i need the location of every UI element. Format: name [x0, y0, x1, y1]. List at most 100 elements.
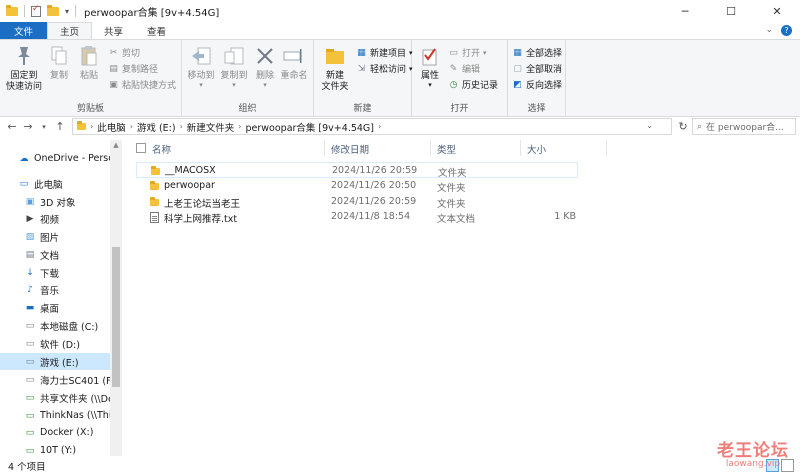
properties-quick-icon[interactable] [31, 4, 41, 17]
nav-item[interactable]: ▭ 游戏 (E:) [0, 353, 110, 370]
tab-share[interactable]: 共享 [92, 22, 135, 39]
copy-to-dropdown-icon: ▾ [232, 81, 236, 89]
nav-item[interactable]: ▭ ThinkNas (\\Thin [0, 407, 110, 424]
file-list: 名称 修改日期 类型 大小 __MACOSX 2024/11/26 20:59 文件… [128, 138, 800, 456]
tab-home[interactable]: 主页 [47, 22, 93, 39]
file-row[interactable]: __MACOSX 2024/11/26 20:59 文件夹 [136, 162, 578, 179]
maximize-button[interactable]: ☐ [708, 0, 754, 22]
tab-view[interactable]: 查看 [135, 22, 178, 39]
close-button[interactable]: ✕ [754, 0, 800, 22]
open-button[interactable]: ▭ 打开 ▾ [448, 46, 487, 60]
search-input[interactable]: ⌕ 在 perwoopar合... [692, 118, 796, 135]
nav-item-label: 游戏 (E:) [40, 357, 79, 369]
chevron-right-icon: › [378, 122, 382, 131]
nav-scrollbar[interactable]: ▲ [110, 140, 122, 456]
file-date: 2024/11/26 20:59 [332, 165, 418, 176]
nav-item-label: Docker (X:) [40, 427, 94, 438]
breadcrumb-current-folder[interactable]: perwoopar合集 [9v+4.54G] [245, 120, 374, 134]
move-to-dropdown-icon: ▾ [199, 81, 203, 89]
column-size[interactable]: 大小 [527, 142, 546, 156]
select-all-button[interactable]: ▦ 全部选择 [512, 46, 562, 60]
customize-toolbar-icon[interactable]: ▾ [65, 7, 69, 16]
column-type[interactable]: 类型 [437, 142, 456, 156]
scrollbar-thumb[interactable] [112, 247, 120, 387]
music-icon: ♪ [27, 284, 33, 295]
refresh-icon[interactable]: ↻ [676, 118, 690, 135]
rename-button[interactable]: 重命名 [278, 44, 310, 82]
scroll-up-icon[interactable]: ▲ [110, 141, 122, 149]
column-name[interactable]: 名称 [152, 142, 171, 156]
file-row[interactable]: 科学上网推荐.txt 2024/11/8 18:54 文本文档 1 KB [136, 209, 578, 225]
history-label: 历史记录 [462, 81, 499, 91]
nav-item[interactable]: ▭ Docker (X:) [0, 424, 110, 441]
new-folder-icon [323, 44, 347, 68]
details-view-icon[interactable] [766, 459, 779, 472]
up-arrow-icon[interactable]: ↑ [52, 120, 68, 133]
easy-access-button[interactable]: ⇲ 轻松访问 ▾ [356, 62, 413, 76]
copy-to-button[interactable]: 复制到 ▾ [216, 44, 252, 89]
large-icons-view-icon[interactable] [781, 459, 794, 472]
open-icon: ▭ [449, 47, 458, 58]
paste-shortcut-button[interactable]: ▣ 粘贴快捷方式 [108, 78, 176, 92]
select-all-checkbox[interactable] [136, 143, 146, 153]
nav-item[interactable]: ▬ 桌面 [0, 299, 110, 316]
invert-selection-button[interactable]: ◩ 反向选择 [512, 78, 562, 92]
forward-arrow-icon[interactable]: → [20, 120, 36, 133]
nav-item[interactable]: ▭ 软件 (D:) [0, 335, 110, 352]
folder-icon [150, 181, 159, 190]
nav-item[interactable]: ↓ 下载 [0, 264, 110, 281]
breadcrumb-new-folder[interactable]: 新建文件夹 [187, 120, 235, 134]
rename-label: 重命名 [280, 71, 308, 81]
properties-button[interactable]: 属性 ▾ [416, 44, 444, 89]
open-dropdown-icon: ▾ [483, 48, 487, 57]
breadcrumb-this-pc[interactable]: 此电脑 [97, 120, 126, 134]
nav-item[interactable]: ♪ 音乐 [0, 281, 110, 298]
nav-item[interactable]: ▣ 3D 对象 [0, 193, 110, 210]
copy-label: 复制 [49, 71, 68, 81]
nav-item[interactable]: ▭ 此电脑 [0, 175, 110, 192]
tab-file[interactable]: 文件 [0, 22, 48, 39]
recent-locations-icon[interactable]: ▾ [36, 123, 52, 131]
divider [324, 140, 325, 156]
paste-button[interactable]: 粘贴 [74, 44, 104, 82]
nav-item[interactable]: ▭ 10T (Y:) [0, 442, 110, 456]
address-bar[interactable]: › 此电脑 › 游戏 (E:) › 新建文件夹 › perwoopar合集 [9… [72, 118, 672, 135]
column-date[interactable]: 修改日期 [331, 142, 369, 156]
nav-item[interactable]: ▶ 视频 [0, 210, 110, 227]
select-none-button[interactable]: ▢ 全部取消 [512, 62, 562, 76]
nav-item[interactable]: ▭ 海力士SC401 (F:) [0, 371, 110, 388]
breadcrumb-drive-e[interactable]: 游戏 (E:) [137, 120, 176, 134]
expand-ribbon-icon[interactable]: ⌄ [765, 25, 773, 36]
copy-button[interactable]: 复制 [44, 44, 74, 82]
nav-item[interactable]: ▭ 共享文件夹 (\\Des [0, 389, 110, 406]
new-item-button[interactable]: ▦ 新建项目 ▾ [356, 46, 412, 60]
pin-quick-access-button[interactable]: 固定到 快速访问 [4, 44, 44, 93]
delete-button[interactable]: 删除 ▾ [254, 44, 276, 89]
nav-item-label: ThinkNas (\\Thin [40, 410, 110, 421]
paste-label: 粘贴 [79, 71, 98, 81]
nav-item[interactable]: ▤ 文档 [0, 246, 110, 263]
quick-access-toolbar: ▾ [0, 0, 77, 22]
cut-button[interactable]: ✂ 剪切 [108, 46, 140, 60]
minimize-button[interactable]: ─ [662, 0, 708, 22]
new-folder-quick-icon[interactable] [47, 4, 59, 16]
pin-label: 固定到 快速访问 [5, 71, 42, 92]
nav-item[interactable]: ▭ 本地磁盘 (C:) [0, 317, 110, 334]
back-arrow-icon[interactable]: ← [4, 120, 20, 133]
address-dropdown-icon[interactable]: ⌄ [646, 121, 653, 130]
edit-button[interactable]: ✎ 编辑 [448, 62, 480, 76]
scissors-icon: ✂ [109, 47, 118, 58]
file-row[interactable]: perwoopar 2024/11/26 20:50 文件夹 [136, 178, 578, 194]
document-icon: ▤ [25, 249, 35, 260]
chevron-right-icon: › [129, 122, 133, 131]
copy-path-button[interactable]: ▤ 复制路径 [108, 62, 158, 76]
nav-item[interactable]: ▨ 图片 [0, 228, 110, 245]
help-icon[interactable]: ? [781, 25, 792, 36]
move-to-button[interactable]: 移动到 ▾ [184, 44, 218, 89]
nav-item[interactable]: ☁ OneDrive - Person [0, 150, 111, 167]
history-button[interactable]: ◷ 历史记录 [448, 78, 499, 92]
new-folder-button[interactable]: 新建 文件夹 [318, 44, 352, 93]
file-row[interactable]: 上老王论坛当老王 2024/11/26 20:59 文件夹 [136, 194, 578, 210]
file-name: perwoopar [164, 180, 215, 191]
nav-item-label: 视频 [40, 214, 60, 226]
